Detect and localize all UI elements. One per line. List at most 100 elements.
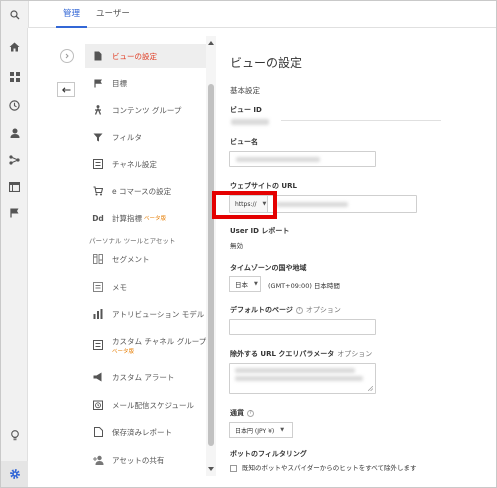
- default-page-label: デフォルトのページ? オプション: [230, 306, 341, 314]
- segments-icon: [92, 253, 104, 265]
- chevron-right-icon: [65, 53, 69, 59]
- website-url-label: ウェブサイトの URL: [230, 182, 297, 190]
- scrollbar-thumb[interactable]: [208, 84, 214, 446]
- nav-item-scheduled-emails[interactable]: メール配信スケジュール: [85, 394, 213, 416]
- timezone-label: タイムゾーンの国や地域: [230, 264, 307, 272]
- tab-user[interactable]: ユーザー: [89, 1, 137, 28]
- nav-item-custom-channel-grouping[interactable]: カスタム チャネル グループ ベータ版: [85, 330, 213, 360]
- page-title: ビューの設定: [230, 56, 303, 70]
- nav-item-label: 保存済みレポート: [112, 427, 172, 437]
- dashboard-icon[interactable]: [1, 68, 28, 86]
- add-person-icon: [92, 454, 104, 466]
- schedule-icon: [92, 399, 104, 411]
- megaphone-icon: [92, 371, 104, 383]
- currency-select[interactable]: 日本円 (JPY ¥) ▼: [229, 422, 293, 438]
- scroll-up-icon[interactable]: [207, 39, 215, 47]
- nav-item-custom-alerts[interactable]: カスタム アラート: [85, 366, 213, 388]
- view-id-value-redacted: [231, 119, 269, 125]
- exclude-params-label: 除外する URL クエリパラメータ オプション: [230, 350, 373, 358]
- back-button[interactable]: [57, 82, 75, 97]
- nav-item-label: メール配信スケジュール: [112, 400, 194, 410]
- help-icon[interactable]: ?: [295, 306, 303, 314]
- home-icon[interactable]: [1, 38, 28, 56]
- bot-filter-label: ボットのフィルタリング: [230, 450, 307, 458]
- filter-icon: [92, 131, 104, 143]
- currency-value: 日本円 (JPY ¥): [235, 427, 275, 435]
- nav-item-label: カスタム アラート: [112, 372, 175, 382]
- nav-item-label: 計算指標: [112, 213, 142, 223]
- user-id-label: User ID レポート: [230, 227, 290, 235]
- behavior-icon[interactable]: [1, 178, 28, 196]
- nav-item-label: アセットの共有: [112, 455, 165, 465]
- lightbulb-icon[interactable]: [1, 426, 28, 444]
- caret-down-icon: ▼: [254, 281, 258, 287]
- personal-tools-header: パーソナル ツールとアセット: [89, 237, 176, 245]
- saved-report-icon: [92, 426, 104, 438]
- channel-icon: [92, 158, 104, 170]
- dd-icon: Dd: [92, 213, 104, 223]
- nav-item-attribution-models[interactable]: アトリビューション モデル: [85, 303, 213, 325]
- optional-label: オプション: [305, 306, 341, 314]
- bot-filter-checkbox[interactable]: [230, 464, 237, 472]
- person-walk-icon: [92, 104, 104, 116]
- nav-item-ecommerce-settings[interactable]: e コマースの設定: [85, 180, 213, 202]
- view-id-label: ビュー ID: [230, 106, 262, 114]
- nav-item-label: カスタム チャネル グループ: [112, 336, 207, 346]
- scroll-down-icon[interactable]: [207, 465, 215, 473]
- view-name-label: ビュー名: [230, 138, 258, 146]
- nav-item-label: アトリビューション モデル: [112, 309, 205, 319]
- search-icon: [9, 9, 19, 19]
- acquisition-icon[interactable]: [1, 151, 28, 169]
- currency-label: 通貨?: [230, 408, 254, 418]
- nav-item-view-settings[interactable]: ビューの設定: [85, 44, 213, 68]
- nav-item-label: ビューの設定: [112, 51, 157, 61]
- timezone-value: (GMT+09:00) 日本時間: [268, 282, 340, 290]
- note-icon: [92, 281, 104, 293]
- beta-badge: ベータ版: [112, 348, 135, 355]
- timezone-country-select[interactable]: 日本 ▼: [229, 276, 261, 292]
- beta-badge: ベータ版: [144, 216, 167, 222]
- help-icon[interactable]: ?: [247, 409, 254, 417]
- resize-handle-icon[interactable]: [368, 386, 373, 391]
- nav-item-content-grouping[interactable]: コンテンツ グループ: [85, 99, 213, 121]
- nav-item-share-assets[interactable]: アセットの共有: [85, 449, 213, 471]
- nav-item-label: e コマースの設定: [112, 186, 172, 196]
- view-name-input[interactable]: [229, 151, 376, 167]
- nav-item-label: 目標: [112, 78, 127, 88]
- nav-item-saved-reports[interactable]: 保存済みレポート: [85, 421, 213, 443]
- search-button[interactable]: [1, 1, 29, 28]
- cart-icon: [92, 185, 104, 197]
- view-nav-column: ビューの設定 目標 コンテンツ グループ フィルタ チャネル設定 e コマースの…: [85, 36, 217, 476]
- nav-item-calculated-metrics[interactable]: Dd 計算指標 ベータ版: [85, 207, 213, 229]
- nav-item-label: メモ: [112, 282, 127, 292]
- gear-icon: [9, 469, 20, 479]
- left-rail: [1, 28, 28, 487]
- exclude-params-textarea[interactable]: [229, 363, 376, 394]
- clock-icon[interactable]: [1, 96, 28, 114]
- person-icon[interactable]: [1, 124, 28, 142]
- settings-button[interactable]: [1, 461, 28, 487]
- basic-settings-heading: 基本設定: [230, 86, 260, 95]
- default-page-input[interactable]: [229, 319, 376, 335]
- nav-item-label: フィルタ: [112, 132, 142, 142]
- flag-icon: [92, 77, 104, 89]
- nav-item-goals[interactable]: 目標: [85, 72, 213, 94]
- optional-label: オプション: [337, 350, 373, 358]
- highlight-box: [212, 191, 277, 219]
- nav-item-notes[interactable]: メモ: [85, 276, 213, 298]
- bot-filter-row: 既知のボットやスパイダーからのヒットをすべて除外します: [230, 462, 417, 472]
- collapse-column-toggle[interactable]: [60, 49, 74, 63]
- flag-icon[interactable]: [1, 204, 28, 222]
- caret-down-icon: ▼: [280, 427, 285, 433]
- nav-item-filters[interactable]: フィルタ: [85, 126, 213, 148]
- user-id-value: 無効: [230, 242, 243, 250]
- channel-group-icon: [92, 339, 104, 351]
- nav-scrollbar[interactable]: [206, 36, 216, 476]
- nav-item-channel-settings[interactable]: チャネル設定: [85, 153, 213, 175]
- top-bar: 管理 ユーザー: [1, 1, 496, 28]
- nav-item-segments[interactable]: セグメント: [85, 248, 213, 270]
- arrow-left-icon: [61, 86, 70, 93]
- timezone-country-value: 日本: [235, 281, 248, 289]
- tab-admin[interactable]: 管理: [56, 1, 88, 28]
- section-divider: [281, 120, 441, 121]
